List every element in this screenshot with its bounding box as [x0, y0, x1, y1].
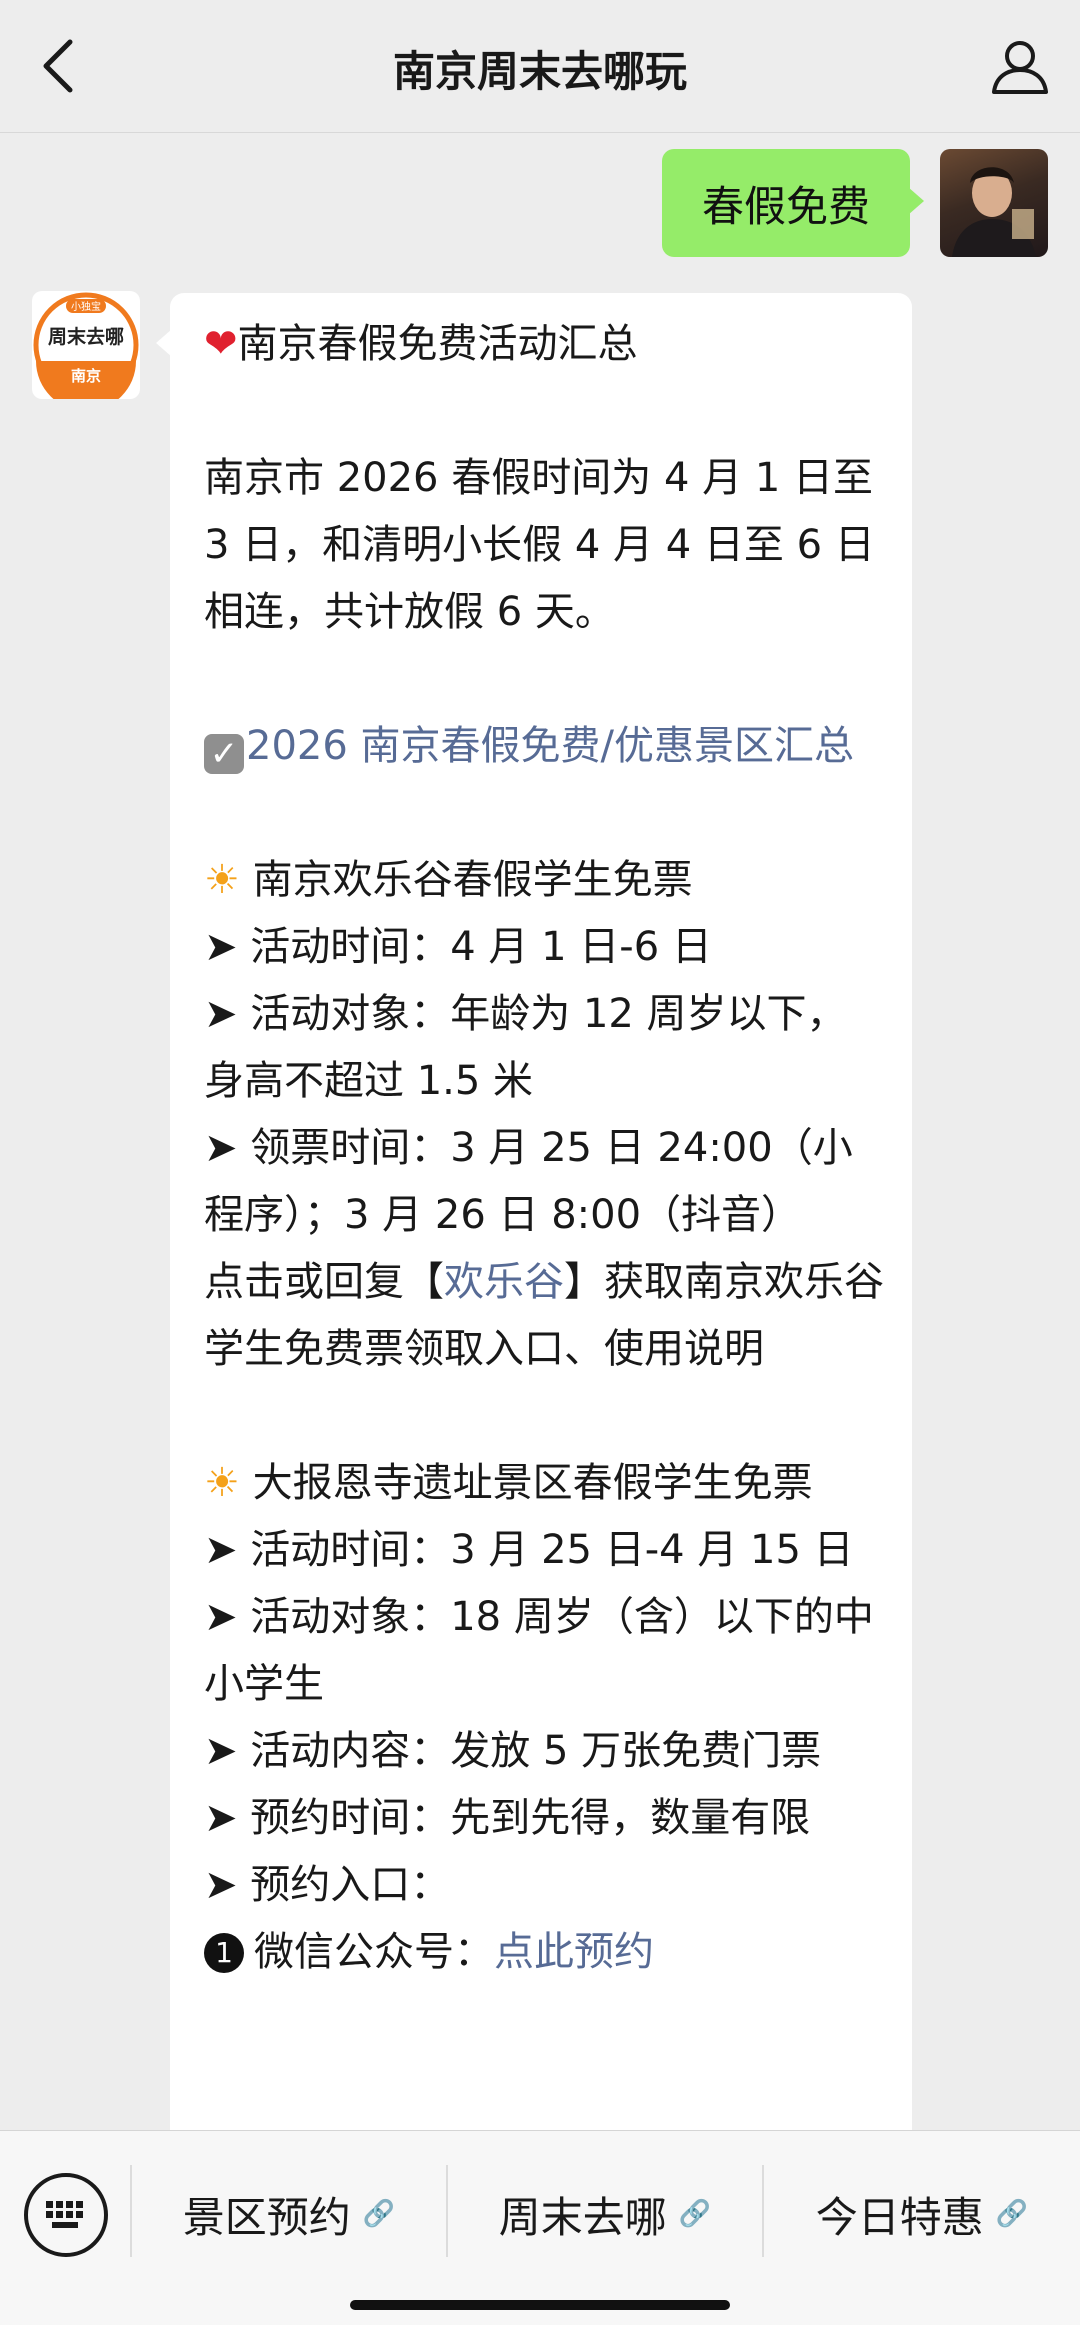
summary-link[interactable]: 2026 南京春假免费/优惠景区汇总	[246, 723, 854, 769]
section-line: ➤ 活动时间：3 月 25 日-4 月 15 日	[204, 1527, 854, 1573]
reply-instruction: 点击或回复【欢乐谷】获取南京欢乐谷学生免费票领取入口、使用说明	[204, 1259, 884, 1372]
summary-link-line: ✓ 2026 南京春假免费/优惠景区汇总	[204, 713, 884, 780]
message-heading: ❤南京春假免费活动汇总	[204, 321, 638, 367]
chat-area[interactable]: 春假免费 小独宝 周末去哪 南京 ❤南京春假免费活动汇总 南京市 2026 春假…	[0, 133, 1080, 2133]
section-line: ➤ 活动时间：4 月 1 日-6 日	[204, 924, 712, 970]
link-icon: 🔗	[362, 2199, 396, 2229]
section-line: ➤ 活动对象：年龄为 12 周岁以下，身高不超过 1.5 米	[204, 991, 847, 1104]
keyboard-glyph	[46, 2201, 83, 2228]
sun-icon: ☀	[204, 1460, 240, 1506]
brand-logo: 小独宝 周末去哪 南京	[33, 292, 139, 399]
menu-item-scenic-booking[interactable]: 景区预约 🔗	[132, 2131, 446, 2297]
user-avatar-photo	[952, 167, 1036, 257]
svg-text:小独宝: 小独宝	[71, 300, 101, 313]
bottom-menu: 景区预约 🔗 周末去哪 🔗 今日特惠 🔗	[0, 2130, 1080, 2325]
bot-message-content: ❤南京春假免费活动汇总 南京市 2026 春假时间为 4 月 1 日至 3 日，…	[204, 311, 884, 1986]
section-line: ➤ 领票时间：3 月 25 日 24:00（小程序）；3 月 26 日 8:00…	[204, 1125, 853, 1238]
link-icon: 🔗	[678, 2199, 712, 2229]
user-avatar[interactable]	[940, 149, 1048, 257]
section-line: ➤ 活动内容：发放 5 万张免费门票	[204, 1728, 822, 1774]
svg-text:周末去哪: 周末去哪	[48, 325, 124, 348]
user-message-bubble[interactable]: 春假免费	[662, 149, 924, 257]
keyboard-icon[interactable]	[24, 2173, 108, 2257]
reservation-entry: 1 微信公众号：点此预约	[204, 1919, 884, 1986]
bot-message-bubble[interactable]: ❤南京春假免费活动汇总 南京市 2026 春假时间为 4 月 1 日至 3 日，…	[156, 293, 912, 2133]
nav-bar: 南京周末去哪玩	[0, 0, 1080, 133]
reserve-link[interactable]: 点此预约	[494, 1929, 654, 1975]
menu-item-today-deals[interactable]: 今日特惠 🔗	[764, 2131, 1080, 2297]
section-line: ➤ 预约入口：	[204, 1862, 451, 1908]
message-intro: 南京市 2026 春假时间为 4 月 1 日至 3 日，和清明小长假 4 月 4…	[204, 455, 875, 635]
svg-text:南京: 南京	[71, 367, 101, 385]
section-title: ☀ 大报恩寺遗址景区春假学生免票	[204, 1460, 813, 1506]
menu-item-weekend[interactable]: 周末去哪 🔗	[448, 2131, 762, 2297]
bot-avatar[interactable]: 小独宝 周末去哪 南京	[32, 291, 140, 399]
section-title: ☀ 南京欢乐谷春假学生免票	[204, 857, 693, 903]
home-indicator	[350, 2300, 730, 2310]
link-icon: 🔗	[995, 2199, 1029, 2229]
page-title: 南京周末去哪玩	[392, 47, 687, 96]
user-message-text: 春假免费	[701, 181, 870, 231]
heart-icon: ❤	[204, 321, 238, 367]
reply-keyword-link[interactable]: 欢乐谷	[444, 1259, 564, 1305]
section-line: ➤ 预约时间：先到先得，数量有限	[204, 1795, 811, 1841]
number-badge: 1	[204, 1933, 244, 1973]
section-line: ➤ 活动对象：18 周岁（含）以下的中小学生	[204, 1594, 874, 1707]
checkbox-icon: ✓	[204, 734, 244, 774]
sun-icon: ☀	[204, 857, 240, 903]
person-icon[interactable]	[988, 34, 1052, 98]
